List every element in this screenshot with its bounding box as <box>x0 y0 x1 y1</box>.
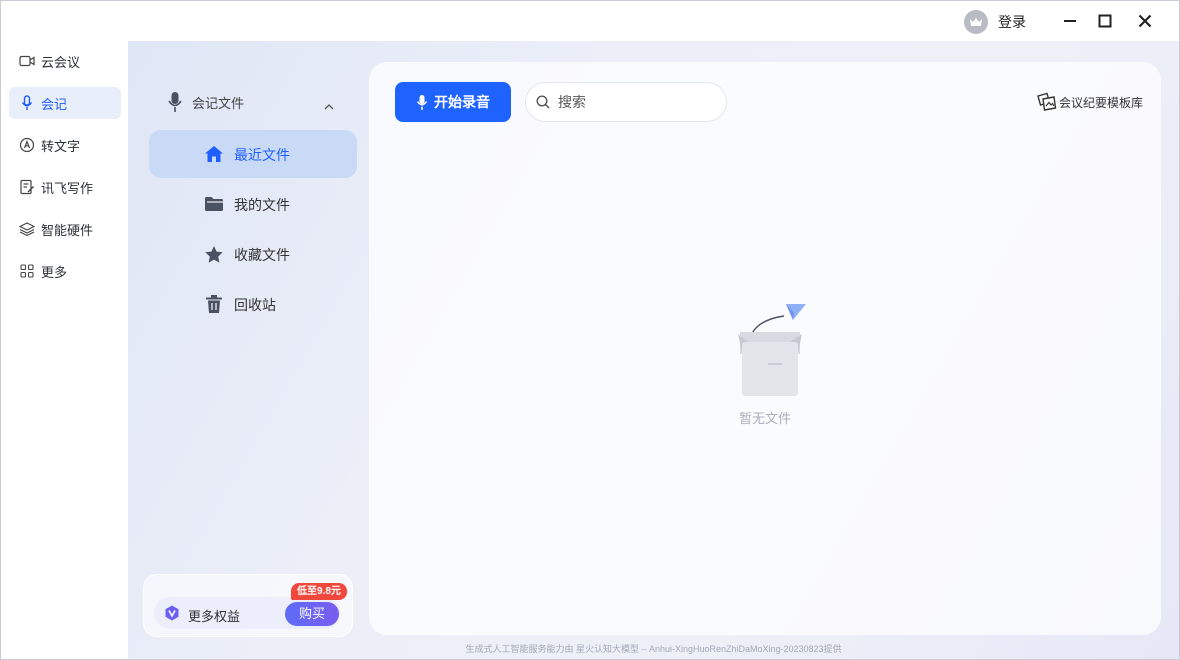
price-badge: 低至9.8元 <box>291 583 347 600</box>
folder-icon <box>204 194 224 214</box>
nav-item-huiji[interactable]: 会记 <box>9 87 121 119</box>
chevron-up-icon <box>324 104 334 110</box>
trash-icon <box>204 294 224 314</box>
search-icon <box>536 95 550 109</box>
files-section-label: 会记文件 <box>192 95 245 111</box>
main-nav-rail: 云会议 会记 转文字 讯飞写作 智能硬件 更多 <box>1 41 128 659</box>
membership-promo-card: 低至9.8元 更多权益 购买 <box>143 574 353 637</box>
login-button[interactable]: 登录 <box>964 10 1026 34</box>
nav-item-writing[interactable]: 讯飞写作 <box>9 171 121 203</box>
avatar-icon <box>964 10 988 34</box>
nav-item-label: 更多 <box>41 264 68 280</box>
title-bar: 登录 <box>1 1 1179 41</box>
app-window: 登录 云会议 会记 转文字 讯飞写作 智能硬件 更多 会记文件 最近文件 我的文… <box>0 0 1180 660</box>
writing-icon <box>19 179 35 195</box>
nav-item-transcribe[interactable]: 转文字 <box>9 129 121 161</box>
sub-item-label: 回收站 <box>234 297 276 313</box>
star-icon <box>204 244 224 264</box>
sub-item-label: 收藏文件 <box>234 247 290 263</box>
microphone-icon <box>19 95 35 111</box>
nav-item-label: 云会议 <box>41 54 81 70</box>
minimize-button[interactable] <box>1058 9 1082 33</box>
close-icon <box>1138 14 1152 28</box>
microphone-icon <box>168 92 182 112</box>
start-recording-button[interactable]: 开始录音 <box>395 82 511 122</box>
promo-text: 更多权益 <box>188 609 241 624</box>
search-input[interactable] <box>558 94 708 110</box>
content-card: 开始录音 会议纪要模板库 暂无文件 <box>369 62 1161 635</box>
template-library-icon <box>1037 92 1057 111</box>
vip-icon <box>165 605 179 621</box>
ai-disclaimer-footer: 生成式人工智能服务能力由 星火认知大模型 – Anhui-XingHuoRenZ… <box>465 644 842 654</box>
main-panel: 会记文件 最近文件 我的文件 收藏文件 回收站 低至9.8元 更多权益 购买 开… <box>128 41 1179 659</box>
login-label: 登录 <box>998 14 1026 30</box>
start-recording-label: 开始录音 <box>434 94 490 110</box>
nav-item-cloud-meeting[interactable]: 云会议 <box>9 45 121 77</box>
template-library-label: 会议纪要模板库 <box>1059 95 1144 110</box>
home-icon <box>204 144 224 164</box>
sub-item-my-files[interactable]: 我的文件 <box>149 180 357 228</box>
buy-button[interactable]: 购买 <box>285 602 339 626</box>
close-button[interactable] <box>1133 9 1157 33</box>
layers-icon <box>19 221 35 237</box>
sub-item-recent-files[interactable]: 最近文件 <box>149 130 357 178</box>
empty-box-illustration <box>738 304 806 396</box>
maximize-icon <box>1098 14 1112 28</box>
sub-item-label: 最近文件 <box>234 147 290 163</box>
nav-item-label: 转文字 <box>41 138 81 154</box>
files-section-header[interactable]: 会记文件 <box>168 87 338 117</box>
grid-icon <box>19 263 35 279</box>
collapse-toggle[interactable] <box>324 97 334 115</box>
nav-item-more[interactable]: 更多 <box>9 255 121 287</box>
text-convert-icon <box>19 137 35 153</box>
nav-item-label: 讯飞写作 <box>41 180 94 196</box>
video-camera-icon <box>19 53 35 69</box>
minimize-icon <box>1064 20 1076 22</box>
search-box[interactable] <box>525 82 727 122</box>
maximize-button[interactable] <box>1093 9 1117 33</box>
sub-item-label: 我的文件 <box>234 197 290 213</box>
sub-item-recycle-bin[interactable]: 回收站 <box>149 280 357 328</box>
nav-item-label: 智能硬件 <box>41 222 94 238</box>
meeting-template-library-link[interactable]: 会议纪要模板库 <box>1035 92 1143 112</box>
microphone-icon <box>416 94 428 110</box>
nav-item-label: 会记 <box>41 96 68 112</box>
nav-item-hardware[interactable]: 智能硬件 <box>9 213 121 245</box>
sub-item-starred-files[interactable]: 收藏文件 <box>149 230 357 278</box>
empty-state-text: 暂无文件 <box>738 411 791 426</box>
